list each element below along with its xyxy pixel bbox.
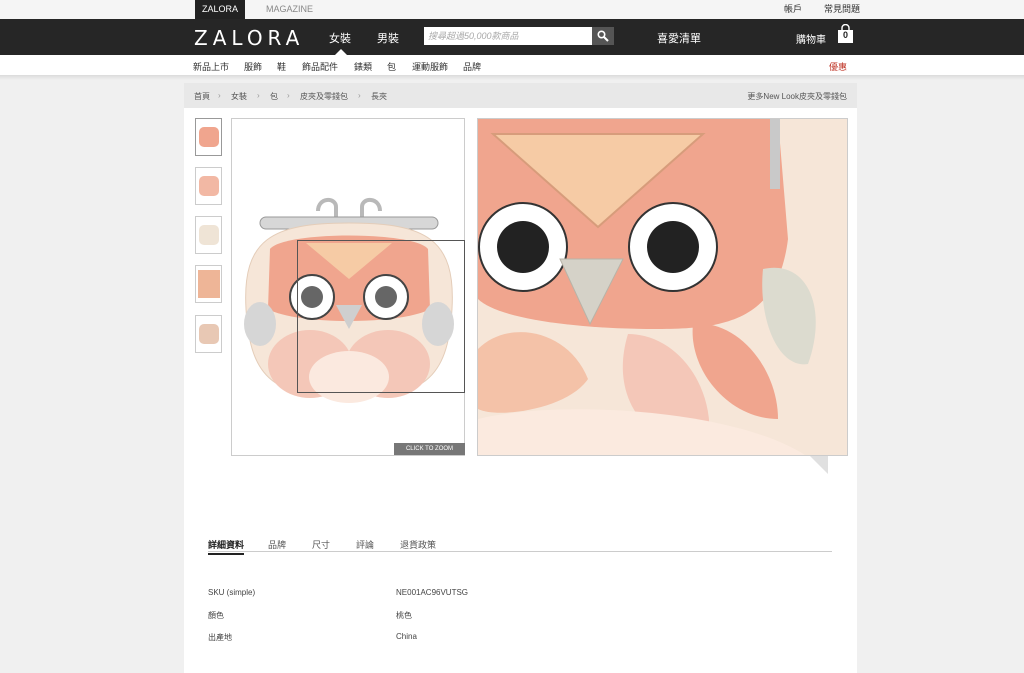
subnav-new-arrivals[interactable]: 新品上市 [193, 60, 229, 73]
zalora-site-tab[interactable]: ZALORA [195, 0, 245, 19]
nav-men[interactable]: 男裝 [377, 30, 399, 46]
faq-link[interactable]: 常見問題 [824, 0, 860, 19]
owl-purse-detail-thumbnail [198, 270, 220, 298]
breadcrumb-separator-icon: › [218, 91, 221, 100]
more-brand-link[interactable]: 更多New Look皮夾及零錢包 [747, 91, 847, 102]
subnav-watches[interactable]: 錶類 [354, 60, 372, 73]
owl-closeup-illustration [478, 119, 847, 455]
owl-purse-open-thumbnail [199, 324, 219, 344]
main-header: ZALORA 女裝 男裝 喜愛清單 購物車 0 [0, 19, 1024, 55]
tab-size[interactable]: 尺寸 [312, 538, 330, 551]
detail-label-color: 顏色 [208, 611, 224, 620]
owl-purse-front-thumbnail [199, 127, 219, 147]
tab-return-policy[interactable]: 退貨政策 [400, 538, 436, 551]
thumbnail-1[interactable] [195, 118, 222, 156]
breadcrumb-separator-icon: › [358, 91, 361, 100]
thumbnail-2[interactable] [195, 167, 222, 205]
breadcrumb-wallets[interactable]: 皮夾及零錢包 [300, 91, 348, 102]
subnav-shoes[interactable]: 鞋 [277, 60, 286, 73]
detail-value-origin: China [396, 632, 417, 641]
top-strip [0, 0, 1024, 19]
nav-women[interactable]: 女裝 [329, 30, 351, 46]
wishlist-link[interactable]: 喜愛清單 [657, 30, 701, 46]
zoom-lens[interactable] [297, 240, 465, 393]
detail-value-sku: NE001AC96VUTSG [396, 588, 469, 597]
owl-purse-back-thumbnail [199, 225, 219, 245]
subnav-accessories[interactable]: 飾品配件 [302, 60, 338, 73]
cart-label[interactable]: 購物車 [796, 31, 826, 46]
search-icon [597, 30, 609, 42]
detail-label-origin: 出產地 [208, 633, 232, 642]
tab-brand[interactable]: 品牌 [268, 538, 286, 551]
subnav-sportswear[interactable]: 運動服飾 [412, 60, 448, 73]
click-to-zoom-button[interactable]: CLICK TO ZOOM [394, 443, 465, 455]
tab-details[interactable]: 詳細資料 [208, 538, 245, 555]
detail-label-sku: SKU (simple) [208, 588, 256, 597]
breadcrumb-home[interactable]: 首頁 [194, 91, 210, 102]
subnav-clothing[interactable]: 服飾 [244, 60, 262, 73]
nav-shadow [0, 76, 1024, 80]
product-info-tabs: 詳細資料 品牌 尺寸 評論 退貨政策 [208, 536, 832, 555]
detail-value-color: 桃色 [396, 611, 412, 620]
zoom-panel-tail [810, 456, 828, 474]
account-link[interactable]: 帳戶 [784, 0, 802, 19]
breadcrumb-women[interactable]: 女裝 [231, 91, 247, 102]
thumbnail-4[interactable] [195, 265, 222, 303]
thumbnail-5[interactable] [195, 315, 222, 353]
cart-count: 0 [842, 30, 848, 40]
subnav-promo[interactable]: 優惠 [829, 60, 847, 73]
category-nav: 新品上市 服飾 鞋 飾品配件 錶類 包 運動服飾 品牌 優惠 [0, 55, 1024, 76]
breadcrumb-separator-icon: › [287, 91, 290, 100]
thumbnail-3[interactable] [195, 216, 222, 254]
zoomed-product-image [477, 118, 848, 456]
breadcrumb-bags[interactable]: 包 [270, 91, 278, 102]
magazine-site-tab[interactable]: MAGAZINE [266, 0, 313, 19]
search-button[interactable] [592, 27, 614, 45]
subnav-brands[interactable]: 品牌 [463, 60, 481, 73]
breadcrumb: 首頁 › 女裝 › 包 › 皮夾及零錢包 › 長夾 更多New Look皮夾及零… [184, 83, 857, 108]
breadcrumb-long-wallets: 長夾 [371, 92, 387, 101]
tab-reviews[interactable]: 評論 [356, 538, 374, 551]
owl-purse-angle-thumbnail [199, 176, 219, 196]
zalora-logo[interactable]: ZALORA [194, 26, 304, 50]
subnav-bags[interactable]: 包 [387, 60, 396, 73]
breadcrumb-separator-icon: › [257, 91, 260, 100]
search-input[interactable] [424, 27, 592, 45]
